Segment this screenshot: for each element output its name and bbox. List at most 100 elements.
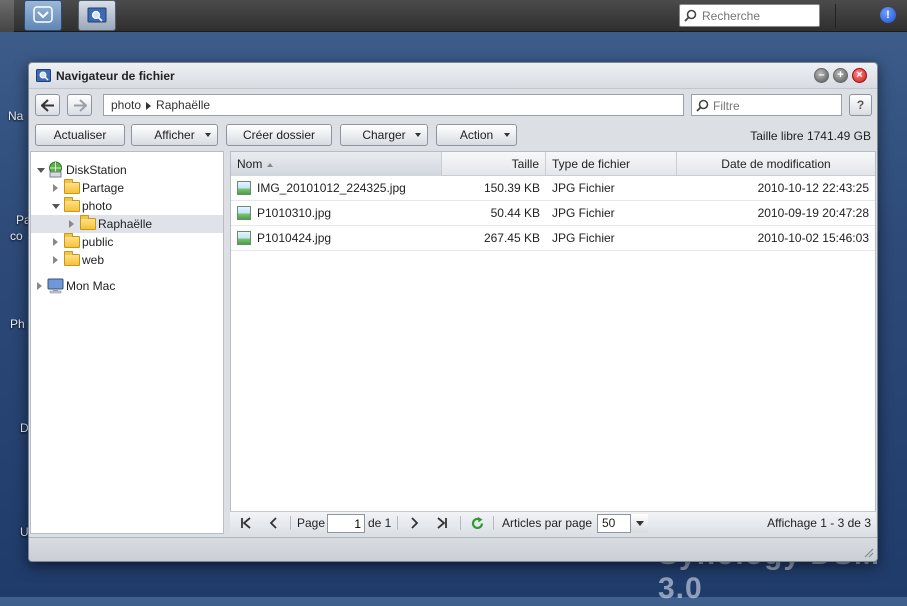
first-page-icon [241,517,251,529]
notification-icon[interactable]: ! [880,7,896,23]
tree-node-partage[interactable]: Partage [31,179,223,197]
upload-button-label: Charger [362,128,406,142]
breadcrumb-item[interactable]: photo [111,98,141,112]
back-button[interactable] [35,94,60,116]
tree-node-diskstation[interactable]: DiskStation [31,161,223,179]
maximize-icon[interactable]: + [833,68,848,83]
new-folder-button[interactable]: Créer dossier [226,124,332,146]
tree-node-label: Partage [82,181,125,195]
next-page-button[interactable] [408,514,420,532]
help-button[interactable]: ? [849,94,872,116]
image-file-icon [237,206,251,220]
page-label: Page [297,516,326,530]
search-icon [684,9,697,22]
file-list-header: Nom Taille Type de fichier Date de modif… [231,152,875,176]
view-button-label: Afficher [154,128,195,142]
breadcrumb-item[interactable]: Raphaëlle [156,98,210,112]
minimize-icon[interactable]: – [814,68,829,83]
pagination-bar: Page de 1 Articles par page 50 Affichage… [230,511,876,534]
prev-page-button[interactable] [268,514,280,532]
expand-arrow-icon[interactable] [37,168,45,173]
file-row[interactable]: IMG_20101012_224325.jpg 150.39 KB JPG Fi… [231,176,875,201]
refresh-button-label: Actualiser [53,128,107,142]
chevron-right-icon [411,517,419,529]
pager-divider [397,516,398,530]
folder-icon [64,179,80,194]
path-breadcrumb[interactable]: photo Raphaëlle [103,94,684,116]
desktop-icon-label[interactable]: Na [8,109,23,123]
filter-input[interactable] [711,98,836,114]
forward-button[interactable] [67,94,92,116]
last-page-button[interactable] [436,514,448,532]
collapse-arrow-icon[interactable] [69,220,74,228]
refresh-icon [471,517,484,530]
tree-node-public[interactable]: public [31,233,223,251]
taskbar-left-strip [0,0,14,32]
items-per-page-dropdown[interactable] [630,514,648,533]
tree-node-label: Mon Mac [66,279,116,293]
page-count-label: de 1 [368,516,392,530]
collapse-arrow-icon[interactable] [53,184,58,192]
desktop-icon-label[interactable]: co [10,229,23,243]
file-row[interactable]: P1010310.jpg 50.44 KB JPG Fichier 2010-0… [231,201,875,226]
file-date: 2010-09-19 20:47:28 [757,206,869,220]
pager-divider [290,516,291,530]
taskbar-search[interactable] [679,4,820,27]
tree-node-web[interactable]: web [31,251,223,269]
taskbar: ! [0,0,907,32]
items-per-page-label: Articles par page [502,516,593,530]
new-folder-button-label: Créer dossier [242,128,316,142]
refresh-button[interactable]: Actualiser [35,124,125,146]
image-file-icon [237,181,251,195]
taskbar-divider [835,4,836,28]
collapse-arrow-icon[interactable] [53,238,58,246]
tree-node-photo[interactable]: photo [31,197,223,215]
column-header-label: Taille [511,157,539,171]
items-per-page-value: 50 [602,516,616,530]
action-menu-button[interactable]: Action [436,124,517,146]
folder-open-icon [64,197,80,212]
chevron-left-icon [269,517,277,529]
tree-node-mon-mac[interactable]: Mon Mac [31,277,223,295]
view-menu-button[interactable]: Afficher [131,124,218,146]
main-menu-button[interactable] [24,0,62,31]
dropdown-caret-icon [504,133,510,137]
search-input[interactable] [700,8,815,24]
server-icon [49,161,62,178]
upload-menu-button[interactable]: Charger [340,124,428,146]
window-status-bar [29,537,877,561]
file-row[interactable]: P1010424.jpg 267.45 KB JPG Fichier 2010-… [231,226,875,251]
free-space-label: Taille libre 1741.49 GB [750,129,871,143]
file-size: 267.45 KB [483,231,540,245]
display-info: Affichage 1 - 3 de 3 [767,516,871,530]
file-type: JPG Fichier [552,181,615,195]
first-page-button[interactable] [240,514,252,532]
column-header-size[interactable]: Taille [442,152,546,176]
close-icon[interactable]: × [852,68,867,83]
action-button-label: Action [459,128,494,142]
file-browser-icon [36,69,51,82]
page-number-input[interactable] [327,514,365,533]
tree-node-raphaelle[interactable]: Raphaëlle [31,215,223,233]
file-browser-taskbar-button[interactable] [78,0,116,31]
reload-button[interactable] [471,514,484,532]
arrow-left-icon [41,99,54,112]
column-header-type[interactable]: Type de fichier [546,152,677,176]
column-header-label: Nom [237,157,263,171]
resize-grip-icon[interactable] [863,547,874,558]
file-browser-window: Navigateur de fichier – + × photo Raphaël… [28,62,878,562]
dropdown-caret-icon [415,133,421,137]
collapse-arrow-icon[interactable] [53,256,58,264]
column-header-date[interactable]: Date de modification [677,152,875,176]
chevron-down-icon [636,521,644,526]
column-header-name[interactable]: Nom [231,152,442,176]
filter-field[interactable] [691,94,842,116]
file-name: P1010424.jpg [257,231,332,245]
arrow-right-icon [74,99,87,112]
collapse-arrow-icon[interactable] [37,282,42,290]
window-title-bar[interactable]: Navigateur de fichier – + × [29,63,877,89]
file-type: JPG Fichier [552,206,615,220]
folder-icon [64,251,80,266]
expand-arrow-icon[interactable] [52,204,60,209]
desktop-icon-label[interactable]: Ph [10,317,25,331]
